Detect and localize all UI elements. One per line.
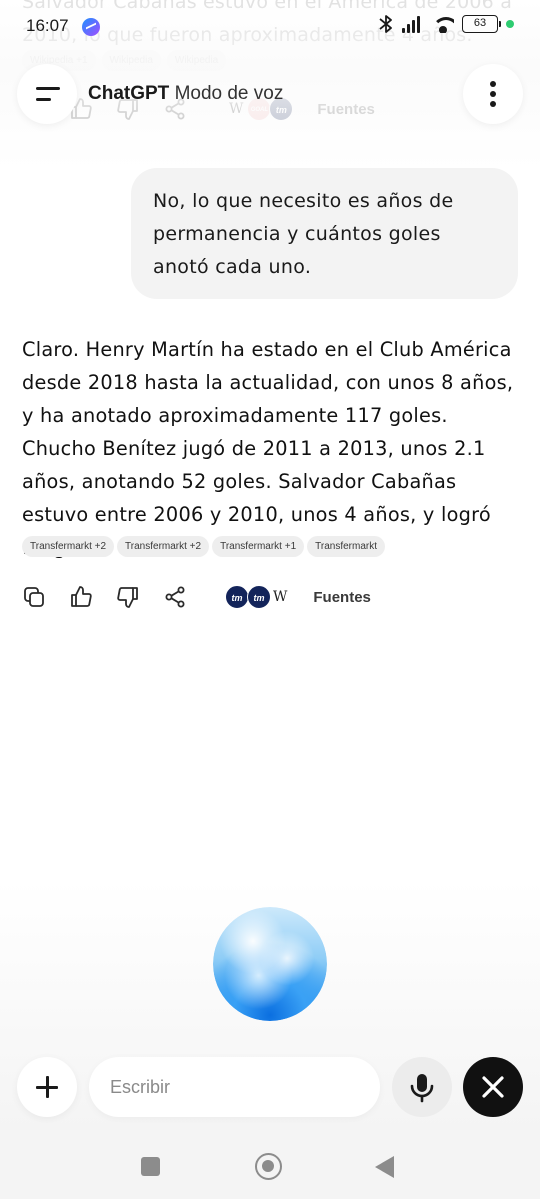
message-input-container[interactable] [89,1057,380,1117]
messenger-icon [82,18,100,36]
source-chips: Transfermarkt +2 Transfermarkt +2 Transf… [22,536,386,557]
mode-label: Modo de voz [174,83,284,104]
close-icon [482,1076,504,1098]
wikipedia-logo: W [273,589,288,605]
status-time: 16:07 [26,16,69,35]
app-name: ChatGPT [88,83,170,104]
back-icon[interactable] [375,1156,394,1178]
privacy-indicator [506,20,514,28]
battery-level: 63 [473,17,487,29]
more-vertical-icon [490,81,496,87]
sources-button[interactable]: Fuentes [313,589,371,606]
sources-button[interactable]: Fuentes [317,101,375,118]
menu-icon [36,87,60,90]
user-message-text: No, lo que necesito es años de permanenc… [153,190,454,278]
menu-button[interactable] [17,64,77,124]
source-chip[interactable]: Transfermarkt +2 [117,536,210,557]
bluetooth-icon [379,15,392,33]
microphone-icon [410,1074,434,1103]
message-actions: tm tm W Fuentes [22,585,371,609]
wifi-icon [432,15,454,33]
source-chip[interactable]: Wikipedia [101,50,161,71]
end-voice-mode-button[interactable] [463,1057,523,1117]
recents-icon[interactable] [141,1157,160,1176]
assistant-message: Claro. Henry Martín ha estado en el Club… [22,333,522,564]
transfermarkt-logo: tm [247,585,271,609]
voice-orb[interactable] [213,907,327,1021]
thumbs-down-icon[interactable] [116,585,140,609]
page-title: ChatGPT Modo de voz [88,83,283,105]
status-bar: 16:07 63 [0,0,540,52]
voice-orb-animation [213,907,327,1021]
battery-icon: 63 [462,15,501,33]
source-logos[interactable]: tm tm W [225,585,287,609]
add-attachment-button[interactable] [17,1057,77,1117]
copy-icon[interactable] [22,585,46,609]
system-navigation-bar [0,1135,540,1199]
source-chip[interactable]: Transfermarkt +1 [212,536,305,557]
user-message-bubble: No, lo que necesito es años de permanenc… [131,168,518,299]
more-options-button[interactable] [463,64,523,124]
status-icons: 63 [378,14,514,34]
assistant-message-text: Claro. Henry Martín ha estado en el Club… [22,338,514,559]
source-chip[interactable]: Transfermarkt +2 [22,536,115,557]
thumbs-up-icon[interactable] [69,585,93,609]
transfermarkt-logo: tm [225,585,249,609]
message-input[interactable] [89,1057,380,1117]
share-icon[interactable] [163,585,187,609]
source-chip[interactable]: Transfermarkt [307,536,386,557]
mic-button[interactable] [392,1057,452,1117]
source-chip[interactable]: Wikipedia [166,50,227,71]
home-icon[interactable] [255,1153,282,1180]
signal-icon [402,15,424,33]
